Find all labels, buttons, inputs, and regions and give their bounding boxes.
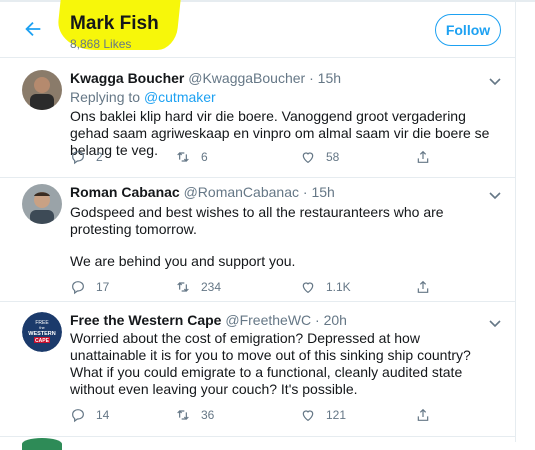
retweet-icon: [177, 410, 189, 420]
reply-icon: [72, 409, 84, 423]
retweet-count: 6: [201, 150, 208, 164]
like-count: 121: [326, 408, 347, 422]
like-button[interactable]: 58: [300, 148, 339, 166]
tweet-text-paragraph-2: We are behind you and support you.: [70, 253, 296, 269]
reply-count: 17: [96, 280, 110, 294]
chevron-down-icon[interactable]: [489, 316, 501, 328]
replying-to-link[interactable]: @cutmaker: [144, 89, 216, 105]
author-handle[interactable]: @KwaggaBoucher: [188, 70, 305, 86]
timestamp[interactable]: 15h: [311, 184, 334, 200]
tweet-actions: 17 234 1.1K: [70, 278, 510, 296]
tweet-actions: 14 36 121: [70, 406, 510, 424]
avatar[interactable]: [22, 70, 62, 110]
reply-button[interactable]: 2: [70, 148, 103, 166]
likes-count: 8,868 Likes: [70, 37, 132, 51]
share-icon: [417, 280, 429, 293]
retweet-button[interactable]: 234: [175, 278, 221, 296]
page-title: Mark Fish: [70, 13, 159, 34]
author-handle[interactable]: @FreetheWC: [225, 312, 311, 328]
retweet-button[interactable]: 36: [175, 406, 214, 424]
separator: ·: [305, 70, 318, 86]
retweet-count: 36: [201, 408, 215, 422]
avatar[interactable]: FREE the WESTERN CAPE: [22, 312, 62, 352]
retweet-count: 234: [201, 280, 222, 294]
author-name[interactable]: Kwagga Boucher: [70, 70, 184, 86]
like-count: 1.1K: [326, 280, 351, 294]
back-arrow-icon[interactable]: [22, 18, 44, 40]
replying-to: Replying to @cutmaker: [70, 89, 216, 105]
like-button[interactable]: 121: [300, 406, 346, 424]
retweet-button[interactable]: 6: [175, 148, 208, 166]
avatar-logo-text: CAPE: [35, 338, 50, 344]
author-name[interactable]: Roman Cabanac: [70, 184, 180, 200]
avatar[interactable]: [22, 184, 62, 224]
author-handle[interactable]: @RomanCabanac: [184, 184, 299, 200]
tweet-header: Kwagga Boucher @KwaggaBoucher · 15h: [70, 70, 341, 86]
tweet-header: Roman Cabanac @RomanCabanac · 15h: [70, 184, 335, 200]
reply-button[interactable]: 17: [70, 278, 109, 296]
timestamp[interactable]: 15h: [318, 70, 341, 86]
avatar-logo-text: WESTERN: [28, 331, 56, 337]
separator: ·: [298, 184, 312, 200]
reply-count: 14: [96, 408, 110, 422]
chevron-down-icon[interactable]: [489, 188, 501, 200]
share-icon: [417, 408, 429, 421]
tweet-item[interactable]: Kwagga Boucher @KwaggaBoucher · 15h Repl…: [0, 58, 515, 178]
like-button[interactable]: 1.1K: [300, 278, 351, 296]
timeline-right-border: [515, 0, 516, 442]
reply-button[interactable]: 14: [70, 406, 109, 424]
tweet-header: Free the Western Cape @FreetheWC · 20h: [70, 312, 347, 328]
retweet-icon: [177, 282, 189, 292]
follow-button[interactable]: Follow: [435, 14, 501, 46]
avatar[interactable]: [22, 438, 62, 450]
like-count: 58: [326, 150, 340, 164]
tweet-item[interactable]: Roman Cabanac @RomanCabanac · 15h Godspe…: [0, 177, 515, 302]
tweet-actions: 2 6 58: [70, 148, 510, 166]
share-icon: [417, 150, 429, 163]
heart-icon: [302, 282, 314, 294]
tweet-text: Godspeed and best wishes to all the rest…: [70, 204, 444, 237]
retweet-icon: [177, 152, 189, 162]
share-button[interactable]: [415, 148, 431, 166]
replying-to-label: Replying to: [70, 89, 144, 105]
avatar-logo-text: the: [39, 325, 45, 330]
share-button[interactable]: [415, 278, 431, 296]
tweet-text: Worried about the cost of emigration? De…: [70, 330, 471, 397]
profile-header: Mark Fish 8,868 Likes Follow: [0, 0, 515, 58]
author-name[interactable]: Free the Western Cape: [70, 312, 221, 328]
reply-icon: [72, 151, 84, 165]
timestamp[interactable]: 20h: [324, 312, 347, 328]
reply-icon: [72, 281, 84, 295]
share-button[interactable]: [415, 406, 431, 424]
reply-count: 2: [96, 150, 103, 164]
separator: ·: [311, 312, 324, 328]
heart-icon: [302, 410, 314, 422]
chevron-down-icon[interactable]: [489, 74, 501, 86]
tweet-item[interactable]: FREE the WESTERN CAPE Free the Western C…: [0, 302, 515, 437]
heart-icon: [302, 152, 314, 164]
